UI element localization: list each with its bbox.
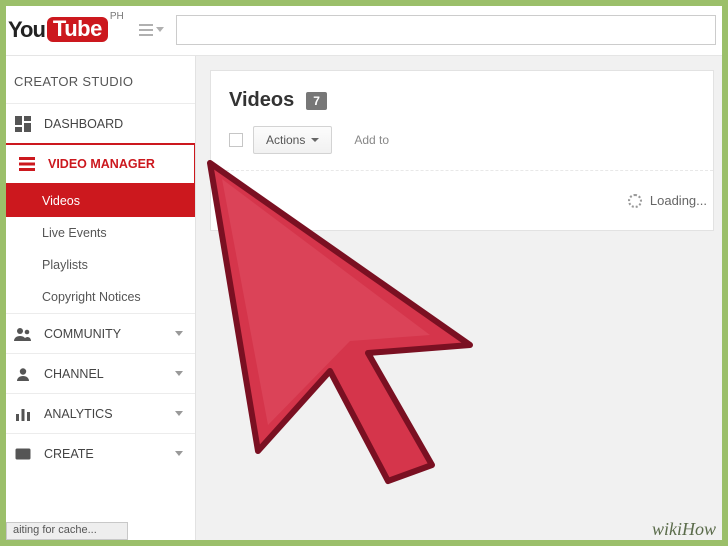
analytics-icon [14,405,32,423]
nav-create-label: CREATE [44,447,94,461]
caret-down-icon [156,27,164,32]
dashboard-icon [14,115,32,133]
chevron-down-icon [175,451,183,456]
caret-down-icon [311,138,319,142]
browser-status-bar: aiting for cache... [6,522,128,540]
logo-you: You [8,17,45,43]
chevron-down-icon [175,411,183,416]
page-title: Videos [229,89,294,112]
logo-tube: Tube [47,17,108,42]
channel-icon [14,365,32,383]
sub-live-events[interactable]: Live Events [0,217,195,249]
sub-copyright-notices[interactable]: Copyright Notices [0,281,195,313]
nav-video-manager-label: VIDEO MANAGER [48,157,155,171]
locale-badge: PH [110,11,124,22]
nav-dashboard-label: DASHBOARD [44,117,123,131]
creator-studio-title: CREATOR STUDIO [0,56,195,103]
hamburger-icon [139,24,153,36]
nav-analytics-label: ANALYTICS [44,407,113,421]
nav-video-manager[interactable]: VIDEO MANAGER [0,143,196,185]
nav-channel-label: CHANNEL [44,367,104,381]
videos-toolbar: Actions Add to [211,126,713,170]
top-header: You Tube PH [0,0,728,56]
add-to-button[interactable]: Add to [342,126,401,154]
spinner-icon [628,194,642,208]
chevron-down-icon [175,331,183,336]
create-icon [14,445,32,463]
sidebar: CREATOR STUDIO DASHBOARD VIDEO MANAGER V… [0,56,196,546]
guide-toggle-button[interactable] [138,16,166,44]
actions-button[interactable]: Actions [253,126,332,154]
sub-videos[interactable]: Videos [0,185,195,217]
video-manager-icon [18,155,36,173]
search-box[interactable] [176,15,716,45]
select-all-checkbox[interactable] [229,133,243,147]
video-manager-submenu: Videos Live Events Playlists Copyright N… [0,185,195,313]
videos-card: Videos 7 Actions Add to Loading... [210,70,714,231]
nav-create[interactable]: CREATE [0,433,195,473]
youtube-logo[interactable]: You Tube PH [8,13,124,47]
nav-community[interactable]: COMMUNITY [0,313,195,353]
main-content: Videos 7 Actions Add to Loading... [196,56,728,546]
nav-dashboard[interactable]: DASHBOARD [0,103,195,143]
nav-analytics[interactable]: ANALYTICS [0,393,195,433]
loading-row: Loading... [211,170,713,230]
community-icon [14,325,32,343]
loading-text: Loading... [650,193,707,208]
video-count-badge: 7 [306,92,327,110]
nav-channel[interactable]: CHANNEL [0,353,195,393]
add-to-label: Add to [354,133,389,147]
nav-community-label: COMMUNITY [44,327,121,341]
search-input[interactable] [177,16,715,44]
sub-playlists[interactable]: Playlists [0,249,195,281]
actions-label: Actions [266,133,305,147]
chevron-down-icon [175,371,183,376]
